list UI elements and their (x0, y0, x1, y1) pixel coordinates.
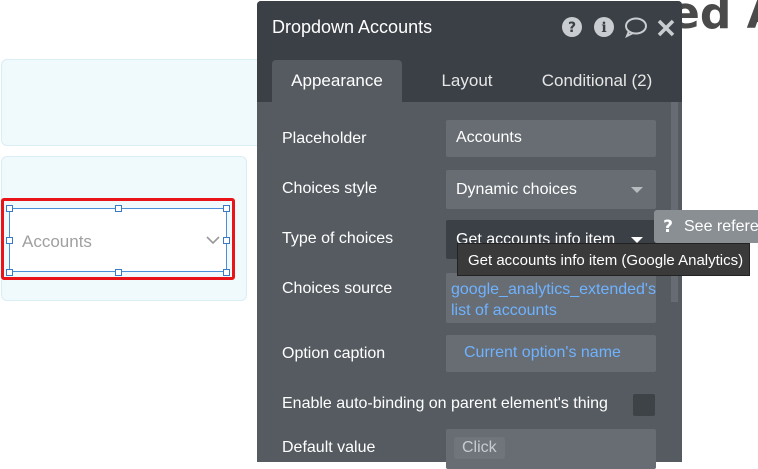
resize-handle-bc[interactable] (115, 269, 122, 276)
resize-handle-tl[interactable] (6, 205, 13, 212)
chevron-down-icon (206, 236, 220, 245)
tooltip: Get accounts info item (Google Analytics… (457, 243, 750, 276)
resize-handle-bl[interactable] (6, 269, 13, 276)
placeholder-input[interactable]: Accounts (446, 120, 656, 157)
auto-binding-checkbox[interactable] (633, 394, 655, 416)
placeholder-value: Accounts (456, 129, 522, 146)
option-caption-label: Option caption (282, 345, 386, 362)
choices-source-expression[interactable]: google_analytics_extended's list of acco… (446, 273, 656, 323)
question-mark-icon: ? (663, 217, 673, 236)
default-value-click[interactable]: Click (454, 437, 505, 459)
default-value-label: Default value (282, 439, 376, 456)
panel-tabs: Appearance Layout Conditional (2) (257, 53, 682, 102)
auto-binding-label: Enable auto-binding on parent element's … (282, 395, 608, 412)
choices-style-select[interactable]: Dynamic choices (446, 170, 656, 209)
choices-source-label: Choices source (282, 280, 393, 297)
choices-style-caret-icon (631, 187, 643, 193)
resize-handle-ml[interactable] (6, 237, 13, 244)
canvas-group-top[interactable] (1, 59, 283, 146)
help-circle-icon[interactable]: ? (561, 16, 583, 38)
see-reference-label: See refere (684, 218, 758, 235)
svg-text:?: ? (663, 217, 673, 236)
type-of-choices-label: Type of choices (282, 230, 394, 247)
choices-style-value: Dynamic choices (456, 181, 577, 198)
option-caption-value[interactable]: Current option's name (464, 344, 621, 362)
resize-handle-br[interactable] (223, 269, 230, 276)
panel-header[interactable]: Dropdown Accounts ? i (257, 1, 682, 53)
choices-source-line2[interactable]: list of accounts (451, 302, 557, 320)
tab-appearance[interactable]: Appearance (272, 60, 402, 102)
comment-icon[interactable] (624, 16, 648, 38)
tab-layout[interactable]: Layout (422, 60, 512, 102)
resize-handle-tc[interactable] (115, 205, 122, 212)
panel-title: Dropdown Accounts (272, 17, 433, 37)
placeholder-label: Placeholder (282, 130, 367, 147)
resize-handle-mr[interactable] (223, 237, 230, 244)
property-editor-panel: Dropdown Accounts ? i Appearance Layout … (257, 1, 682, 469)
background-page-title: ed A (670, 0, 758, 39)
default-value-input[interactable]: Click (446, 429, 656, 469)
choices-style-label: Choices style (282, 180, 378, 197)
info-circle-icon[interactable]: i (593, 16, 615, 38)
dropdown-placeholder-text: Accounts (22, 232, 92, 251)
choices-source-line1[interactable]: google_analytics_extended's (451, 281, 656, 299)
svg-text:i: i (601, 20, 606, 36)
close-icon[interactable] (656, 16, 676, 38)
option-caption-expression[interactable]: Current option's name (446, 335, 656, 372)
see-reference-button[interactable]: ? See refere (654, 210, 758, 243)
svg-text:?: ? (568, 20, 576, 36)
resize-handle-tr[interactable] (223, 205, 230, 212)
tab-conditional[interactable]: Conditional (2) (532, 60, 662, 102)
